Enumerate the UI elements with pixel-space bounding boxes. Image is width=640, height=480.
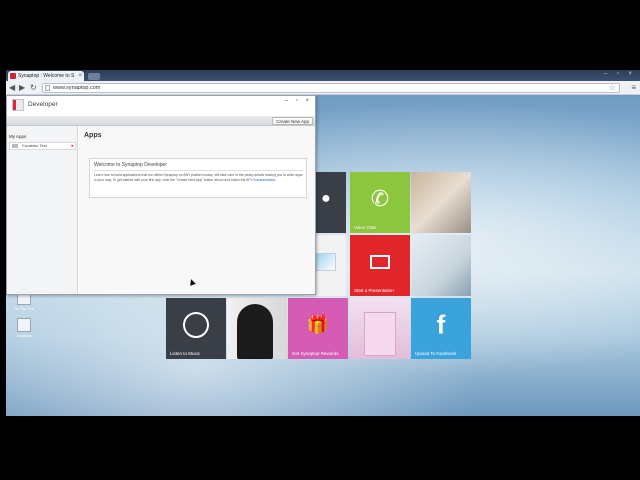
chevron-right-icon: ▸ (71, 143, 74, 149)
app-icon (12, 144, 18, 148)
create-new-app-button[interactable]: Create New App (272, 117, 313, 125)
desktop-icon-label: Tic Tac Toe (14, 306, 34, 311)
welcome-title: Welcome to Synaptop Developer (94, 162, 168, 168)
favicon-icon (10, 73, 16, 79)
phone-icon: ✆ (370, 185, 390, 211)
developer-sidebar: My Apps Curabitur Test ▸ (7, 126, 78, 294)
box-icon (17, 318, 31, 332)
people-icon: ● (321, 189, 331, 207)
page-icon (45, 85, 50, 91)
sidebar-item-app[interactable]: Curabitur Test ▸ (9, 142, 76, 150)
browser-window: Synaptop : Welcome to S × – ▫ × ◀ ▶ ↻ ww… (6, 70, 640, 416)
developer-window-controls[interactable]: – ▫ × (285, 98, 312, 104)
forward-icon[interactable]: ▶ (19, 83, 25, 92)
developer-main: Apps Welcome to Synaptop Developer Learn… (79, 126, 315, 294)
tab-strip: Synaptop : Welcome to S × – ▫ × (6, 70, 640, 81)
gift-icon: 🎁 (306, 314, 330, 335)
developer-logo-icon (12, 99, 24, 111)
desktop-icon-label: Dropbox (16, 333, 32, 338)
developer-window-title: Developer (28, 101, 58, 108)
address-bar[interactable]: www.synaptop.com (42, 83, 620, 93)
developer-toolbar: Create New App (7, 116, 315, 126)
synaptop-desktop: ● ✆ Voice Chat Start a Presentation List… (6, 95, 640, 416)
facebook-label: Upload To Facebook (415, 351, 457, 356)
music-tile[interactable]: Listen to Music (166, 298, 226, 359)
tab-title: Synaptop : Welcome to S (18, 73, 75, 79)
developer-window-header[interactable]: Developer – ▫ × (7, 96, 315, 116)
presentation-label: Start a Presentation (354, 288, 394, 293)
voice-chat-label: Voice Chat (354, 225, 376, 230)
bookmark-star-icon[interactable]: ☆ (609, 83, 616, 92)
sidebar-item-label: Curabitur Test (22, 143, 47, 148)
facebook-icon: f (436, 309, 446, 340)
my-apps-heading: My Apps (9, 134, 27, 139)
browser-menu-icon[interactable]: ≡ (631, 83, 636, 92)
welcome-body: Learn how to build applications that run… (94, 173, 304, 182)
giftbox-photo-tile[interactable] (350, 298, 410, 359)
developer-window: Developer – ▫ × Create New App My Apps C… (6, 95, 316, 295)
presentation-icon (370, 254, 390, 269)
apps-heading: Apps (84, 132, 102, 139)
person-silhouette (237, 304, 273, 359)
welcome-panel: Welcome to Synaptop Developer Learn how … (89, 158, 307, 198)
divider (93, 170, 303, 171)
new-tab-button[interactable] (88, 73, 100, 80)
documentation-link[interactable]: Documentation. (253, 178, 277, 182)
browser-toolbar: ◀ ▶ ↻ www.synaptop.com ☆ ≡ (6, 81, 640, 95)
window-controls[interactable]: – ▫ × (604, 71, 636, 77)
presentation-tile[interactable]: Start a Presentation (350, 235, 410, 296)
family-photo-tile[interactable] (411, 172, 471, 233)
meeting-photo-tile[interactable] (411, 235, 471, 296)
boxes-icon (316, 252, 336, 271)
desktop-icon-dropbox[interactable]: Dropbox (9, 318, 39, 338)
tab-close-icon[interactable]: × (78, 71, 82, 81)
back-icon[interactable]: ◀ (9, 83, 15, 92)
disc-icon (183, 311, 209, 338)
address-text: www.synaptop.com (53, 85, 101, 91)
music-label: Listen to Music (170, 351, 201, 356)
rewards-label: Get Synaptop Rewards (292, 351, 339, 356)
browser-tab[interactable]: Synaptop : Welcome to S × (8, 71, 84, 81)
voice-chat-tile[interactable]: ✆ Voice Chat (350, 172, 410, 233)
reload-icon[interactable]: ↻ (30, 83, 37, 92)
singer-photo-tile[interactable] (227, 298, 287, 359)
rewards-tile[interactable]: 🎁 Get Synaptop Rewards (288, 298, 348, 359)
facebook-tile[interactable]: f Upload To Facebook (411, 298, 471, 359)
giftbox-shape (364, 312, 396, 356)
